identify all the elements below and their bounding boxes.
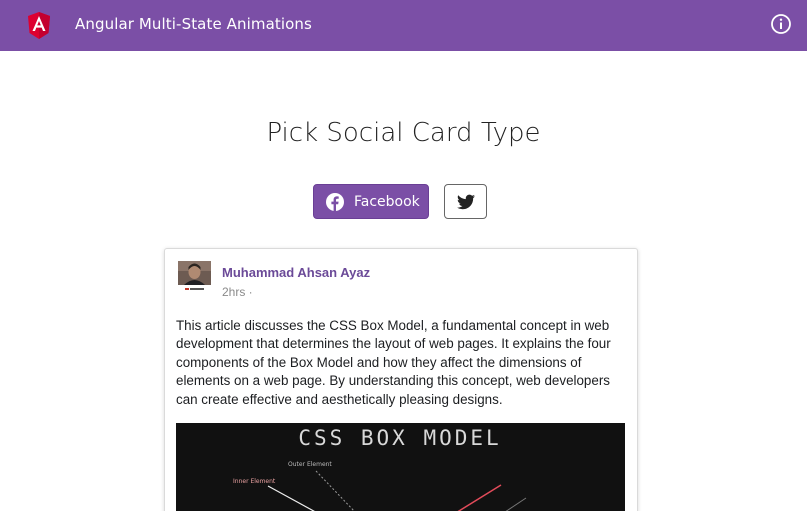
post-text: This article discusses the CSS Box Model… (176, 318, 611, 407)
page-title: Pick Social Card Type (266, 118, 541, 148)
author-name[interactable]: Muhammad Ahsan Ayaz (222, 265, 370, 280)
facebook-button-label: Facebook (354, 194, 420, 210)
avatar (176, 261, 213, 294)
twitter-icon (457, 194, 475, 210)
info-icon[interactable] (770, 13, 792, 35)
facebook-button[interactable]: Facebook (313, 184, 429, 219)
angular-logo-icon (28, 12, 50, 39)
image-heading: CSS BOX MODEL (298, 426, 501, 450)
app-toolbar: Angular Multi-State Animations (0, 0, 807, 51)
image-label-outer: Outer Element (288, 461, 332, 468)
social-card: Muhammad Ahsan Ayaz 2hrs · This article … (164, 248, 638, 511)
twitter-button[interactable] (444, 184, 487, 219)
image-label-inner: Inner Element (233, 478, 276, 485)
facebook-icon (326, 193, 344, 211)
app-title: Angular Multi-State Animations (75, 15, 312, 33)
post-image: CSS BOX MODEL Outer Element Inner Elemen… (176, 423, 625, 511)
post-timestamp: 2hrs · (222, 285, 253, 299)
